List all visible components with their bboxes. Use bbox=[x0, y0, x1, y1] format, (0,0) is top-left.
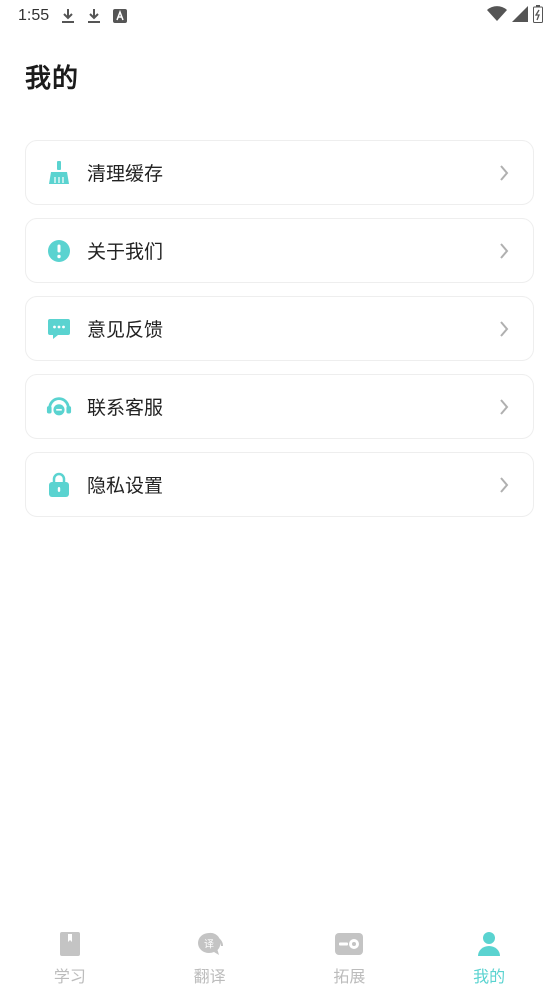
about-us-item[interactable]: 关于我们 bbox=[25, 218, 534, 283]
nav-tab-study[interactable]: 学习 bbox=[0, 925, 140, 993]
book-icon bbox=[59, 931, 80, 957]
feedback-item[interactable]: 意见反馈 bbox=[25, 296, 534, 361]
nav-tab-extension[interactable]: 拓展 bbox=[280, 925, 420, 993]
chevron-right-icon bbox=[499, 241, 513, 261]
nav-label: 学习 bbox=[53, 967, 86, 986]
status-left: 1:55 bbox=[18, 7, 128, 25]
download-icon bbox=[61, 8, 75, 24]
nav-label: 拓展 bbox=[333, 967, 366, 986]
extension-icon bbox=[335, 931, 364, 957]
nav-label: 翻译 bbox=[193, 967, 226, 986]
menu-item-label: 联系客服 bbox=[87, 397, 164, 419]
menu-item-label: 意见反馈 bbox=[87, 319, 164, 341]
lock-icon bbox=[46, 472, 72, 498]
translate-icon: 译 bbox=[196, 931, 224, 957]
info-icon bbox=[46, 238, 72, 264]
chevron-right-icon bbox=[499, 475, 513, 495]
status-bar: 1:55 bbox=[0, 0, 559, 32]
clear-cache-item[interactable]: 清理缓存 bbox=[25, 140, 534, 205]
feedback-chat-icon bbox=[46, 316, 72, 342]
user-icon bbox=[477, 931, 501, 957]
chevron-right-icon bbox=[499, 319, 513, 339]
menu-item-label: 隐私设置 bbox=[87, 475, 164, 497]
battery-icon bbox=[533, 4, 543, 28]
status-right bbox=[487, 4, 543, 28]
customer-service-item[interactable]: 联系客服 bbox=[25, 374, 534, 439]
broom-icon bbox=[46, 160, 72, 186]
chevron-right-icon bbox=[499, 397, 513, 417]
nav-tab-mine[interactable]: 我的 bbox=[419, 925, 559, 993]
wifi-icon bbox=[487, 5, 507, 27]
nav-tab-translate[interactable]: 译 翻译 bbox=[140, 925, 280, 993]
page-title: 我的 bbox=[25, 64, 80, 94]
menu-item-label: 清理缓存 bbox=[87, 163, 164, 185]
signal-icon bbox=[512, 5, 528, 27]
privacy-settings-item[interactable]: 隐私设置 bbox=[25, 452, 534, 517]
download-icon bbox=[87, 8, 101, 24]
menu-list: 清理缓存 关于我们 意见反馈 联系客服 隐私设置 bbox=[25, 140, 534, 530]
menu-item-label: 关于我们 bbox=[87, 241, 164, 263]
headset-icon bbox=[46, 394, 72, 420]
chevron-right-icon bbox=[499, 163, 513, 183]
svg-text:译: 译 bbox=[204, 939, 214, 951]
nav-label: 我的 bbox=[473, 967, 506, 986]
status-time: 1:55 bbox=[18, 7, 50, 24]
text-a-icon bbox=[113, 9, 128, 23]
bottom-nav: 学习 译 翻译 拓展 我的 bbox=[0, 925, 559, 993]
